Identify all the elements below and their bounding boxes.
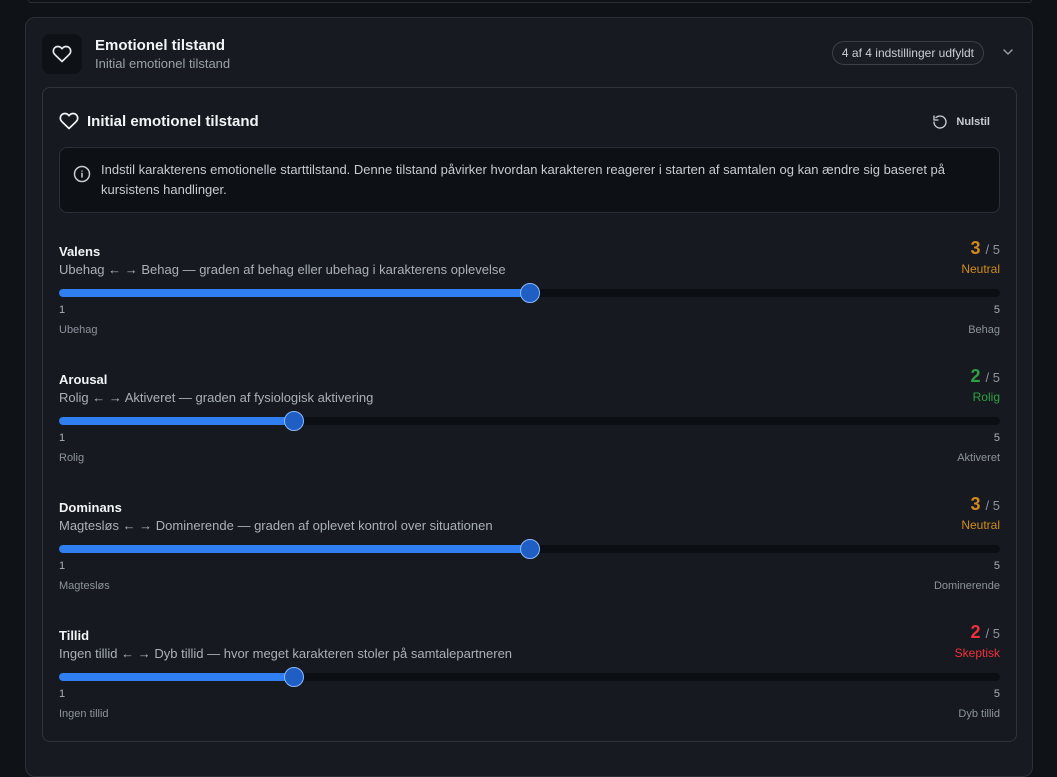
slider-label: Arousal [59,372,108,387]
slider-track[interactable] [59,411,1000,431]
slider-max-tick: 5 [993,560,1000,572]
slider-value-max: / 5 [985,242,1000,257]
emotional-state-panel: Initial emotionel tilstand Nulstil Indst… [42,87,1017,742]
completion-badge: 4 af 4 indstillinger udfyldt [831,41,984,65]
slider-min-label: Ubehag [59,324,98,336]
reset-label: Nulstil [956,116,990,128]
heart-icon [52,45,72,63]
slider-status: Rolig [972,390,1000,404]
slider-min-label: Rolig [59,452,85,464]
chevron-down-icon[interactable] [1000,44,1016,60]
slider-dominans: Dominans Magtesløs ← → Dominerende — gra… [59,494,1000,610]
info-text: Indstil karakterens emotionelle starttil… [101,162,946,197]
info-icon [73,165,91,183]
slider-min-tick: 1 [59,304,66,316]
slider-track[interactable] [59,539,1000,559]
slider-fill [59,673,295,681]
reset-icon [933,115,948,129]
heart-icon [59,112,79,130]
slider-max-label: Dyb tillid [958,708,1000,720]
slider-value: 2 / 5 [971,366,1001,387]
info-box: Indstil karakterens emotionelle starttil… [59,147,1000,213]
slider-min-tick: 1 [59,560,66,572]
slider-status: Neutral [961,518,1000,532]
slider-max-label: Aktiveret [957,452,1000,464]
slider-description: Ubehag ← → Behag — graden af behag eller… [59,262,506,277]
section-subtitle: Initial emotionel tilstand [95,56,231,71]
previous-card-edge [28,0,1032,3]
slider-min-tick: 1 [59,688,66,700]
slider-arousal: Arousal Rolig ← → Aktiveret — graden af … [59,366,1000,482]
slider-value-max: / 5 [985,370,1000,385]
slider-fill [59,545,530,553]
slider-value: 3 / 5 [971,494,1001,515]
slider-fill [59,417,295,425]
slider-max-tick: 5 [993,304,1000,316]
slider-thumb[interactable] [284,411,305,431]
slider-value-number: 3 [970,238,981,258]
slider-value: 3 / 5 [971,238,1001,259]
slider-min-tick: 1 [59,432,66,444]
slider-track[interactable] [59,283,1000,303]
panel-title: Initial emotionel tilstand [87,113,259,130]
slider-value-number: 2 [970,622,981,642]
slider-track[interactable] [59,667,1000,687]
slider-max-tick: 5 [993,432,1000,444]
slider-thumb[interactable] [519,539,540,559]
slider-max-label: Behag [968,324,1000,336]
slider-thumb[interactable] [519,283,540,303]
slider-tillid: Tillid Ingen tillid ← → Dyb tillid — hvo… [59,622,1000,738]
slider-description: Ingen tillid ← → Dyb tillid — hvor meget… [59,646,513,661]
slider-max-label: Dominerende [933,580,1000,592]
slider-label: Dominans [59,500,122,515]
slider-valens: Valens Ubehag ← → Behag — graden af beha… [59,238,1000,354]
slider-value: 2 / 5 [971,622,1001,643]
reset-button[interactable]: Nulstil [932,111,990,133]
slider-max-tick: 5 [993,688,1000,700]
slider-description: Rolig ← → Aktiveret — graden af fysiolog… [59,390,374,405]
slider-label: Valens [59,244,101,259]
section-icon-box [42,34,82,74]
slider-status: Neutral [961,262,1000,276]
panel-title-row: Initial emotionel tilstand Nulstil [59,110,1000,134]
slider-min-label: Magtesløs [59,580,110,592]
slider-description: Magtesløs ← → Dominerende — graden af op… [59,518,493,533]
slider-value-max: / 5 [985,498,1000,513]
slider-status: Skeptisk [954,646,1000,660]
slider-thumb[interactable] [284,667,305,687]
section-title: Emotionel tilstand [95,37,226,54]
slider-value-number: 2 [970,366,981,386]
slider-value-number: 3 [970,494,981,514]
slider-value-max: / 5 [985,626,1000,641]
emotional-state-section: Emotionel tilstand Initial emotionel til… [25,17,1033,777]
slider-min-label: Ingen tillid [59,708,109,720]
slider-fill [59,289,530,297]
section-header[interactable]: Emotionel tilstand Initial emotionel til… [42,34,1016,76]
slider-label: Tillid [59,628,90,643]
